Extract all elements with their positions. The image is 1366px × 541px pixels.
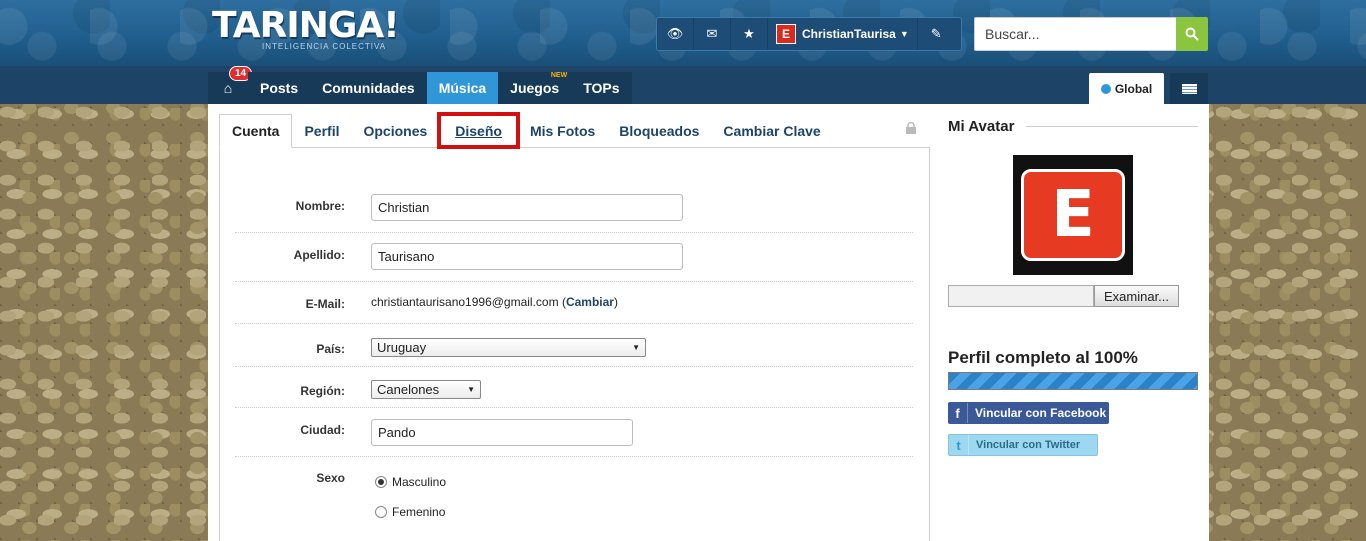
nombre-label: Nombre: bbox=[295, 199, 345, 213]
nav-comunidades[interactable]: Comunidades bbox=[310, 72, 427, 104]
profile-complete-title: Perfil completo al 100% bbox=[948, 348, 1138, 367]
nav-items: ⌂ 14 Posts Comunidades Música Juegos NEW… bbox=[208, 66, 632, 104]
region-label: Región: bbox=[300, 384, 345, 398]
lock-icon bbox=[905, 121, 917, 134]
radio-label: Masculino bbox=[392, 475, 447, 489]
username: ChristianTaurisa bbox=[802, 27, 896, 41]
twitter-icon: t bbox=[949, 435, 969, 455]
facebook-label: Vincular con Facebook bbox=[975, 406, 1107, 420]
tab-mis-fotos[interactable]: Mis Fotos bbox=[518, 114, 607, 147]
pais-value: Uruguay bbox=[377, 340, 427, 355]
tab-cuenta[interactable]: Cuenta bbox=[219, 114, 293, 148]
row-nombre: Nombre: bbox=[235, 188, 913, 233]
globe-icon bbox=[1100, 83, 1111, 94]
search-input[interactable] bbox=[974, 17, 1176, 51]
region-value: Canelones bbox=[377, 382, 440, 397]
user-menu[interactable]: E ChristianTaurisa ▼ bbox=[768, 18, 918, 50]
avatar-logo: E bbox=[1021, 169, 1125, 261]
progress-fill bbox=[949, 373, 1197, 389]
country-tab[interactable] bbox=[1170, 73, 1208, 104]
twitter-link-button[interactable]: t Vincular con Twitter bbox=[948, 434, 1098, 456]
new-tag: NEW bbox=[550, 72, 568, 79]
eye-icon[interactable]: 👁 bbox=[657, 18, 694, 50]
sexo-label: Sexo bbox=[316, 471, 345, 485]
taringa-logo[interactable]: TARINGA! bbox=[212, 6, 400, 46]
row-ciudad: Ciudad: bbox=[235, 408, 913, 457]
email-label: E-Mail: bbox=[305, 297, 345, 311]
nombre-input[interactable] bbox=[371, 194, 683, 221]
browse-button[interactable]: Examinar... bbox=[1094, 285, 1179, 307]
header: TARINGA! INTELIGENCIA COLECTIVA 👁 ✉ ★ E … bbox=[0, 0, 1366, 66]
chevron-down-icon: ▼ bbox=[467, 385, 475, 394]
tab-bloqueados[interactable]: Bloqueados bbox=[607, 114, 711, 147]
region-select[interactable]: Canelones ▼ bbox=[371, 380, 481, 399]
radio-masculino[interactable]: Masculino bbox=[375, 475, 446, 489]
radio-label: Femenino bbox=[392, 505, 446, 519]
pais-select[interactable]: Uruguay ▼ bbox=[371, 338, 646, 357]
apellido-input[interactable] bbox=[371, 243, 683, 270]
avatar-title: Mi Avatar bbox=[948, 118, 1015, 135]
profile-progress-bar bbox=[948, 372, 1198, 390]
ciudad-input[interactable] bbox=[371, 419, 633, 446]
file-path-field[interactable] bbox=[948, 285, 1094, 307]
divider bbox=[1026, 126, 1198, 127]
search-icon[interactable] bbox=[1176, 17, 1208, 51]
mail-icon[interactable]: ✉ bbox=[694, 18, 731, 50]
facebook-link-button[interactable]: f Vincular con Facebook bbox=[948, 402, 1109, 424]
avatar-section-title: Mi Avatar bbox=[948, 118, 1198, 135]
user-panel: 👁 ✉ ★ E ChristianTaurisa ▼ ✎ bbox=[656, 17, 962, 51]
facebook-icon: f bbox=[948, 403, 968, 423]
row-apellido: Apellido: bbox=[235, 233, 913, 282]
avatar-image: E bbox=[1013, 155, 1133, 275]
content-page: Cuenta Perfil Opciones Diseño Mis Fotos … bbox=[208, 104, 1209, 541]
ciudad-label: Ciudad: bbox=[300, 423, 345, 437]
tab-cambiar-clave[interactable]: Cambiar Clave bbox=[711, 114, 832, 147]
chevron-down-icon: ▼ bbox=[899, 29, 909, 39]
nav-juegos-label: Juegos bbox=[510, 80, 560, 96]
global-tab[interactable]: Global bbox=[1089, 73, 1164, 104]
settings-tabs: Cuenta Perfil Opciones Diseño Mis Fotos … bbox=[219, 112, 930, 149]
radio-femenino[interactable]: Femenino bbox=[375, 505, 445, 519]
cambiar-email-link[interactable]: Cambiar bbox=[566, 295, 614, 309]
logo-subtitle: INTELIGENCIA COLECTIVA bbox=[262, 42, 387, 51]
email-text: christiantaurisano1996@gmail.com bbox=[371, 295, 559, 309]
avatar-file-input: Examinar... bbox=[948, 285, 1179, 307]
nav-home[interactable]: ⌂ 14 bbox=[208, 66, 253, 104]
pais-label: País: bbox=[316, 342, 345, 356]
nav-musica[interactable]: Música bbox=[426, 72, 499, 104]
nav-tops[interactable]: TOPs bbox=[571, 72, 632, 104]
home-icon: ⌂ bbox=[223, 80, 233, 96]
radio-button bbox=[375, 506, 387, 518]
twitter-label: Vincular con Twitter bbox=[976, 439, 1081, 451]
email-value: christiantaurisano1996@gmail.com (Cambia… bbox=[371, 295, 618, 309]
flag-icon bbox=[1181, 83, 1197, 94]
account-form: Nombre: Apellido: E-Mail: christiantauri… bbox=[219, 148, 930, 541]
star-icon[interactable]: ★ bbox=[731, 18, 768, 50]
nav-juegos[interactable]: Juegos NEW bbox=[498, 72, 572, 104]
user-avatar: E bbox=[776, 24, 796, 44]
tab-diseno[interactable]: Diseño bbox=[437, 112, 520, 149]
global-label: Global bbox=[1114, 81, 1153, 96]
row-sexo: Sexo Masculino Femenino bbox=[235, 457, 913, 541]
sidebar: Mi Avatar E Examinar... Perfil completo … bbox=[948, 104, 1198, 541]
chevron-down-icon: ▼ bbox=[632, 343, 640, 352]
row-region: Región: Canelones ▼ bbox=[235, 367, 913, 408]
row-pais: País: Uruguay ▼ bbox=[235, 324, 913, 367]
row-email: E-Mail: christiantaurisano1996@gmail.com… bbox=[235, 282, 913, 324]
tab-perfil[interactable]: Perfil bbox=[292, 114, 351, 147]
radio-button bbox=[375, 476, 387, 488]
nav-posts[interactable]: Posts bbox=[248, 72, 311, 104]
search-box bbox=[974, 17, 1208, 51]
apellido-label: Apellido: bbox=[293, 248, 345, 262]
tab-opciones[interactable]: Opciones bbox=[351, 114, 439, 147]
edit-icon[interactable]: ✎ bbox=[918, 18, 955, 50]
